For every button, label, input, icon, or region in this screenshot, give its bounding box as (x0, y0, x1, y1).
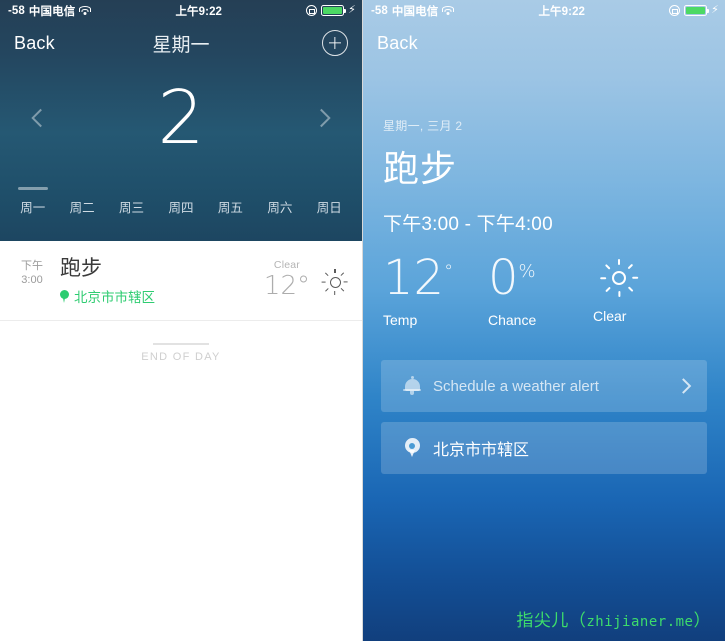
detail-time-range: 下午3:00 - 下午4:00 (383, 214, 553, 236)
rotation-lock-icon-2 (669, 5, 681, 16)
left-navbar: Back 星期一 (0, 21, 362, 65)
stat-temp-unit: ° (444, 261, 454, 283)
dual-screenshot-container: -58 中国电信 上午9:22 ⚡ Back 星期一 2 周一 周二 周三 周四… (0, 0, 725, 641)
stat-temp-caption: Temp (383, 312, 418, 329)
lightning-bolt-icon-2: ⚡ (711, 4, 719, 16)
status-bar-left-group-2: -58 中国电信 (371, 3, 455, 19)
status-bar-clock: 上午9:22 (175, 5, 223, 18)
right-navbar: Back (363, 21, 725, 65)
end-of-day-marker: END OF DAY (0, 321, 362, 363)
status-bar-right: -58 中国电信 上午9:22 ⚡ (363, 0, 725, 21)
weekday-strip: 周一 周二 周三 周四 周五 周六 周日 (0, 170, 362, 230)
plus-circle-icon[interactable] (322, 30, 348, 56)
stat-temp: 12° Temp (383, 254, 488, 328)
day-picker: 2 (0, 65, 362, 170)
stat-chance-caption: Chance (488, 312, 537, 329)
wifi-icon (79, 5, 92, 16)
stat-temp-value: 12° (383, 254, 453, 302)
weekday-tab-tue[interactable]: 周二 (57, 187, 106, 216)
detail-content: 星期一, 三月 2 跑步 下午3:00 - 下午4:00 12° Temp 0%… (363, 117, 725, 328)
schedule-weather-alert-row[interactable]: Schedule a weather alert (381, 360, 707, 413)
event-time: 下午 3:00 (14, 257, 50, 288)
stat-chance-unit: % (518, 261, 536, 283)
carrier-name: 中国电信 (28, 5, 76, 18)
lightning-bolt-icon: ⚡ (348, 4, 356, 16)
location-label: 北京市市辖区 (433, 442, 530, 460)
back-button-detail[interactable]: Back (377, 33, 418, 54)
status-bar-left-group: -58 中国电信 (8, 3, 92, 19)
battery-icon (321, 5, 347, 16)
stat-chance-number: 0 (488, 250, 519, 307)
watermark: 指尖儿（zhijianer.me） (516, 606, 711, 631)
event-location: 北京市市辖区 (60, 286, 264, 306)
weekday-tab-wed[interactable]: 周三 (107, 187, 156, 216)
status-bar-clock-2: 上午9:22 (538, 5, 586, 18)
event-title: 跑步 (60, 257, 102, 280)
location-row[interactable]: 北京市市辖区 (381, 422, 707, 475)
end-of-day-label: END OF DAY (141, 351, 221, 364)
status-bar-left: -58 中国电信 上午9:22 ⚡ (0, 0, 362, 21)
weekday-tab-thu[interactable]: 周四 (156, 187, 205, 216)
sun-icon-large (599, 258, 639, 298)
left-phone-screen: -58 中国电信 上午9:22 ⚡ Back 星期一 2 周一 周二 周三 周四… (0, 0, 363, 641)
weekday-tab-mon[interactable]: 周一 (8, 187, 57, 216)
stat-temp-number: 12 (383, 250, 445, 307)
event-weather-temp-group: Clear 12° (264, 259, 310, 299)
chevron-left-icon[interactable] (31, 108, 50, 127)
detail-date: 星期一, 三月 2 (383, 119, 463, 133)
weekday-tab-sun[interactable]: 周日 (305, 187, 354, 216)
stat-condition: Clear (593, 254, 639, 328)
watermark-brand: 指尖儿（ (516, 611, 587, 630)
watermark-suffix: ） (693, 611, 711, 630)
event-weather-condition: Clear (273, 259, 300, 271)
chevron-right-icon[interactable] (312, 108, 331, 127)
signal-strength-2: -58 (371, 4, 388, 17)
left-hero-header: -58 中国电信 上午9:22 ⚡ Back 星期一 2 周一 周二 周三 周四… (0, 0, 362, 241)
wifi-icon-2 (442, 5, 455, 16)
event-time-period: 下午 (21, 260, 43, 272)
carrier-name-2: 中国电信 (391, 5, 439, 18)
event-list-item[interactable]: 下午 3:00 跑步 北京市市辖区 Clear 12° (0, 241, 362, 322)
stat-condition-caption: Clear (593, 308, 627, 325)
back-button[interactable]: Back (14, 33, 55, 54)
stat-chance-value: 0% (488, 254, 536, 302)
rotation-lock-icon (306, 5, 318, 16)
signal-strength: -58 (8, 4, 25, 17)
watermark-url: zhijianer.me (586, 614, 694, 630)
battery-icon-2 (684, 5, 710, 16)
end-of-day-divider (153, 343, 209, 346)
event-location-label: 北京市市辖区 (74, 290, 155, 306)
bell-icon (397, 376, 427, 395)
event-weather-temperature: 12° (263, 271, 310, 301)
event-details: 跑步 北京市市辖区 (50, 257, 264, 306)
detail-title: 跑步 (383, 148, 458, 189)
location-pin-icon-large (397, 438, 427, 458)
sun-icon (322, 269, 348, 295)
status-bar-right-group: ⚡ (306, 5, 356, 16)
stat-chance: 0% Chance (488, 254, 593, 328)
detail-actions: Schedule a weather alert 北京市市辖区 (363, 360, 725, 475)
location-pin-icon (60, 289, 69, 303)
weekday-tab-sat[interactable]: 周六 (255, 187, 304, 216)
weather-stats: 12° Temp 0% Chance Clear (383, 254, 705, 328)
chevron-right-icon-action[interactable] (675, 378, 692, 395)
status-bar-right-group-2: ⚡ (669, 5, 719, 16)
event-weather: Clear 12° (264, 257, 348, 299)
weekday-tab-fri[interactable]: 周五 (206, 187, 255, 216)
selected-day-number: 2 (157, 74, 205, 161)
event-time-value: 3:00 (21, 273, 43, 286)
right-phone-screen: -58 中国电信 上午9:22 ⚡ Back 星期一, 三月 2 跑步 下午3:… (363, 0, 725, 641)
schedule-weather-alert-label: Schedule a weather alert (433, 377, 599, 395)
